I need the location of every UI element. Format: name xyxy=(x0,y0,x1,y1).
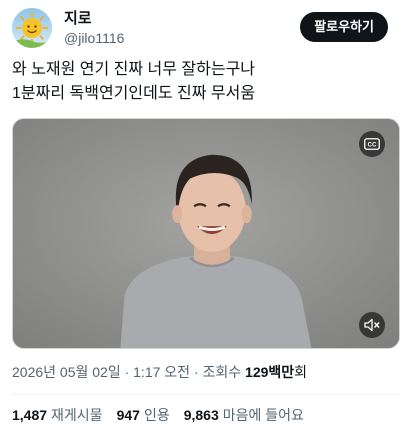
tweet-meta: 2026년 05월 02일 · 1:17 오전 · 조회수 129백만회 xyxy=(12,362,402,382)
video-frame xyxy=(13,119,399,348)
closed-captions-icon: CC xyxy=(364,138,380,150)
reposts-stat[interactable]: 1,487 재게시물 xyxy=(12,405,103,425)
display-name[interactable]: 지로 xyxy=(64,10,124,28)
reposts-label: 재게시물 xyxy=(51,407,103,423)
view-count-unit: 회 xyxy=(294,364,308,380)
likes-count: 9,863 xyxy=(183,407,219,423)
likes-stat[interactable]: 9,863 마음에 들어요 xyxy=(184,405,304,425)
quotes-count: 947 xyxy=(116,407,140,423)
quotes-label: 인용 xyxy=(143,407,170,423)
closed-captions-button[interactable]: CC xyxy=(359,131,385,157)
divider xyxy=(12,394,400,395)
video-player[interactable]: CC xyxy=(12,118,400,349)
follow-button[interactable]: 팔로우하기 xyxy=(300,12,388,42)
speaker-muted-icon xyxy=(364,318,380,332)
tweet-header: 지로 @jilo1116 팔로우하기 xyxy=(12,8,400,48)
tweet-text: 와 노재원 연기 진짜 너무 잘하는구나 1분짜리 독백연기인데도 진짜 무서움 xyxy=(12,58,400,106)
reposts-count: 1,487 xyxy=(12,407,48,423)
mute-button[interactable] xyxy=(359,312,385,338)
view-count: 129백만 xyxy=(245,364,295,380)
avatar[interactable] xyxy=(12,8,52,48)
user-info: 지로 @jilo1116 xyxy=(64,10,124,47)
timestamp[interactable]: 2026년 05월 02일 · 1:17 오전 · 조회수 xyxy=(12,364,245,380)
tweet-text-line-2: 1분짜리 독백연기인데도 진짜 무서움 xyxy=(12,85,256,102)
tweet-text-line-1: 와 노재원 연기 진짜 너무 잘하는구나 xyxy=(12,61,256,78)
user-handle[interactable]: @jilo1116 xyxy=(64,29,124,47)
tweet-stats: 1,487 재게시물 947 인용 9,863 마음에 들어요 xyxy=(12,405,402,425)
svg-text:CC: CC xyxy=(368,142,377,148)
likes-label: 마음에 들어요 xyxy=(222,407,304,423)
quotes-stat[interactable]: 947 인용 xyxy=(117,405,170,425)
